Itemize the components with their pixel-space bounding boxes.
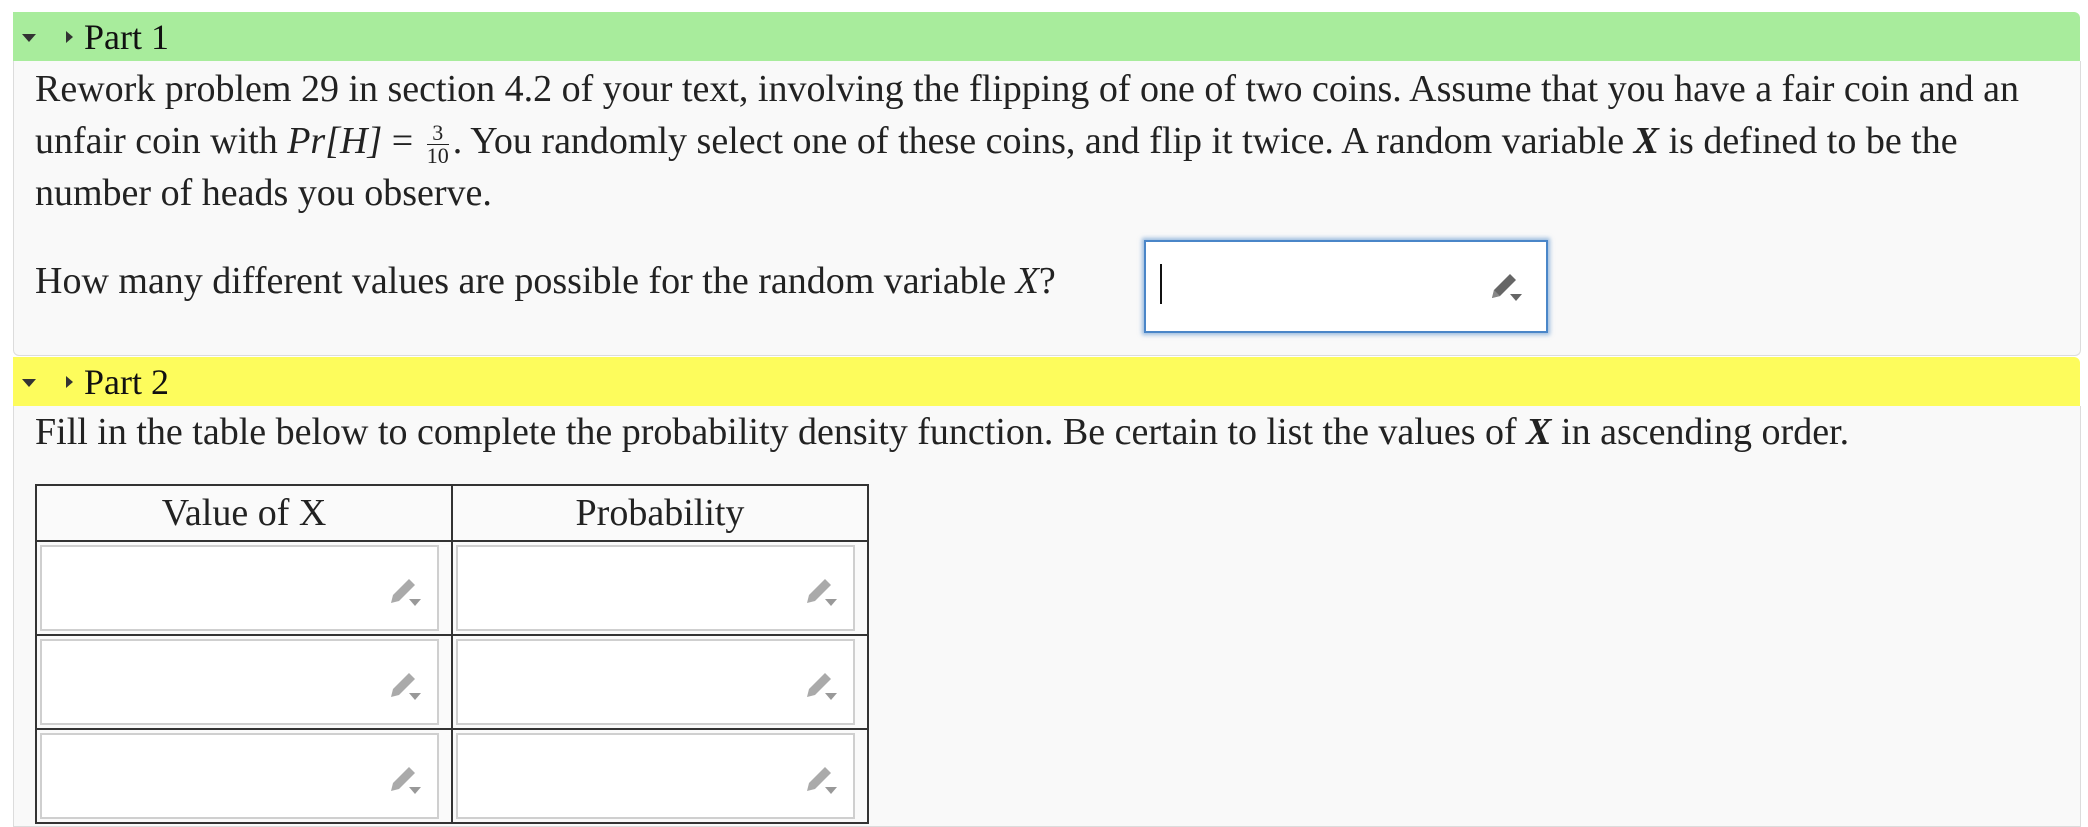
part-1-question: How many different values are possible f… <box>35 255 1056 307</box>
table-cell <box>451 540 869 636</box>
fraction-denominator: 10 <box>426 142 449 168</box>
probability-input-row-1[interactable] <box>456 545 855 631</box>
column-header-value: Value of X <box>35 484 453 542</box>
pencil-dropdown-icon[interactable] <box>801 761 841 801</box>
value-input-row-3[interactable] <box>40 733 439 819</box>
answer-input-count[interactable] <box>1144 240 1548 333</box>
fraction-3-10: 3 10 <box>426 121 449 168</box>
pdf-table: Value of X Probability <box>35 484 869 824</box>
pencil-dropdown-icon[interactable] <box>1486 268 1526 308</box>
fraction-numerator: 3 <box>426 121 449 145</box>
column-header-probability: Probability <box>451 484 869 542</box>
pencil-dropdown-icon[interactable] <box>385 667 425 707</box>
pencil-dropdown-icon[interactable] <box>801 667 841 707</box>
question-mark: ? <box>1038 260 1056 302</box>
value-input-row-1[interactable] <box>40 545 439 631</box>
math-x: X <box>1015 260 1039 302</box>
part-1-panel: Rework problem 29 in section 4.2 of your… <box>13 61 2081 356</box>
chevron-down-icon[interactable] <box>22 33 36 42</box>
table-cell <box>451 728 869 824</box>
table-cell <box>35 728 453 824</box>
table-header-row: Value of X Probability <box>35 484 869 542</box>
part-2-header[interactable]: Part 2 <box>13 357 2080 406</box>
instruction-text-a: Fill in the table below to complete the … <box>35 411 1527 453</box>
part-1-problem-text: Rework problem 29 in section 4.2 of your… <box>35 63 2060 219</box>
pencil-dropdown-icon[interactable] <box>801 573 841 613</box>
chevron-right-icon <box>66 375 73 388</box>
probability-input-row-3[interactable] <box>456 733 855 819</box>
table-cell <box>451 634 869 730</box>
math-equals: = <box>382 120 423 162</box>
math-pr-h: Pr[H] <box>287 120 383 162</box>
probability-input-row-2[interactable] <box>456 639 855 725</box>
text-cursor <box>1160 264 1162 304</box>
table-row <box>35 634 869 730</box>
value-input-row-2[interactable] <box>40 639 439 725</box>
table-row <box>35 728 869 824</box>
pencil-dropdown-icon[interactable] <box>385 573 425 613</box>
chevron-right-icon <box>66 30 73 43</box>
math-x: X <box>1633 120 1659 162</box>
part-1-title: Part 1 <box>84 16 169 57</box>
problem-text-b: . You randomly select one of these coins… <box>452 120 1634 162</box>
part-2-instructions: Fill in the table below to complete the … <box>35 406 2060 458</box>
chevron-down-icon[interactable] <box>22 378 36 387</box>
table-cell <box>35 540 453 636</box>
question-text: How many different values are possible f… <box>35 260 1016 302</box>
part-2-title: Part 2 <box>84 361 169 402</box>
pencil-dropdown-icon[interactable] <box>385 761 425 801</box>
part-2-panel: Fill in the table below to complete the … <box>13 406 2081 827</box>
table-cell <box>35 634 453 730</box>
instruction-text-b: in ascending order. <box>1551 411 1850 453</box>
table-row <box>35 540 869 636</box>
part-1-header[interactable]: Part 1 <box>13 12 2080 61</box>
math-x: X <box>1526 411 1552 453</box>
